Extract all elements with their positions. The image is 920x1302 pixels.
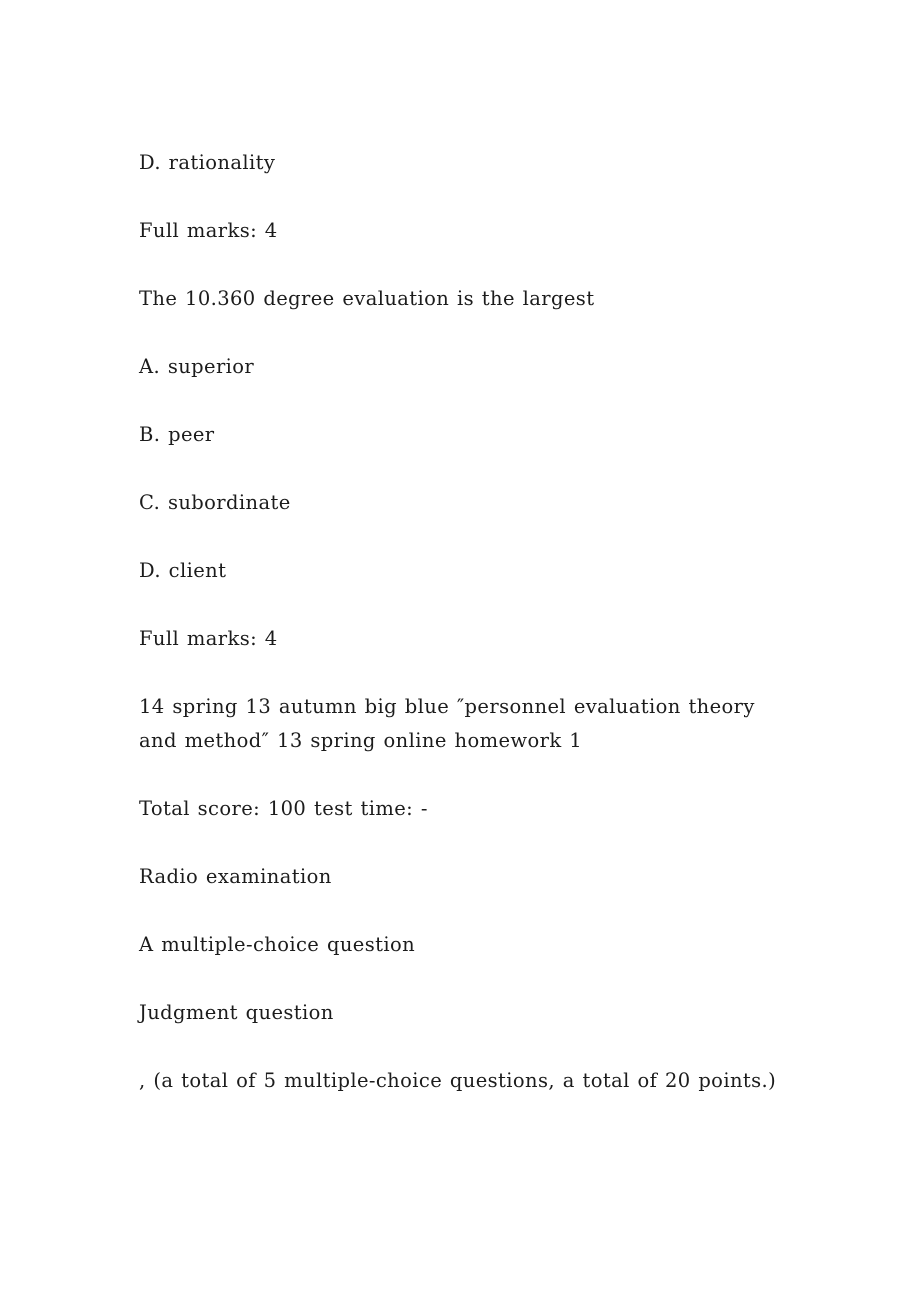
paragraph-option-a-superior: A. superior	[139, 355, 255, 378]
paragraph-full-marks-1: Full marks: 4	[139, 219, 278, 242]
paragraph-total-score-and-test-time: Total score: 100 test time: -	[139, 797, 428, 820]
paragraph-option-d-rationality: D. rationality	[139, 151, 276, 174]
paragraph-section-instruction: , (a total of 5 multiple-choice question…	[139, 1069, 777, 1092]
paragraph-judgment-question: Judgment question	[139, 1001, 334, 1024]
paragraph-multiple-choice-question: A multiple-choice question	[139, 933, 416, 956]
paragraph-course-title: 14 spring 13 autumn big blue ″personnel …	[139, 695, 763, 752]
paragraph-radio-examination: Radio examination	[139, 865, 332, 888]
document-page: D. rationality Full marks: 4 The 10.360 …	[0, 0, 920, 1302]
paragraph-option-c-subordinate: C. subordinate	[139, 491, 291, 514]
paragraph-full-marks-2: Full marks: 4	[139, 627, 278, 650]
paragraph-question-360-degree: The 10.360 degree evaluation is the larg…	[139, 287, 595, 310]
paragraph-option-b-peer: B. peer	[139, 423, 215, 446]
paragraph-option-d-client: D. client	[139, 559, 227, 582]
document-text-body: D. rationality Full marks: 4 The 10.360 …	[139, 146, 781, 1098]
